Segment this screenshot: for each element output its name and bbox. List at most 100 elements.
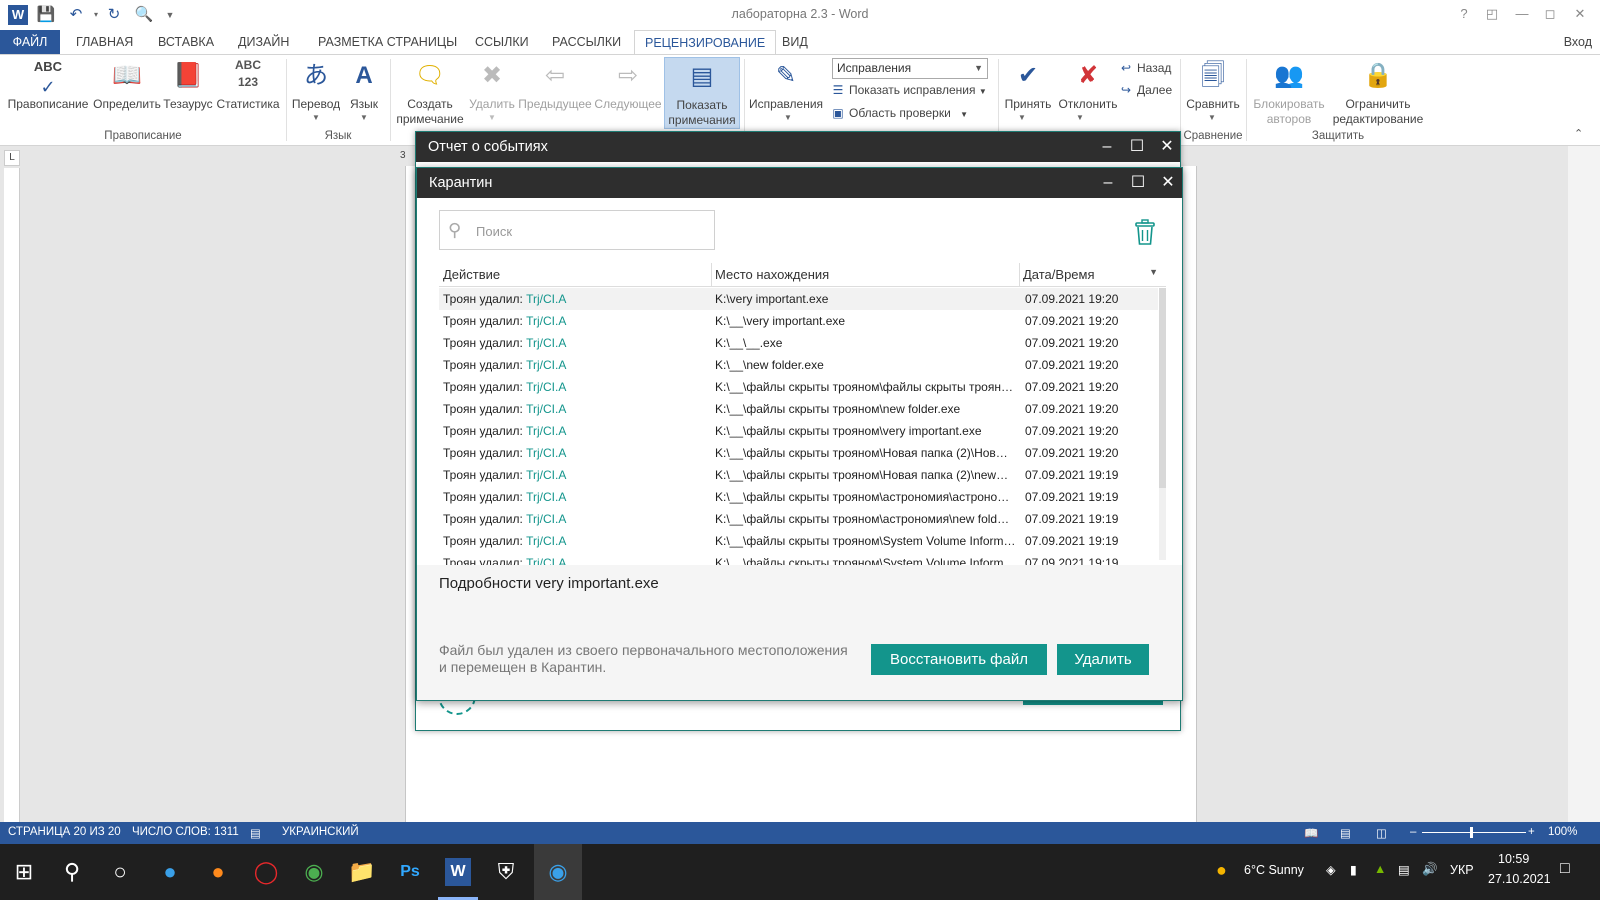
delete-file-button[interactable]: Удалить: [1057, 644, 1149, 675]
table-row[interactable]: Троян удалил: Trj/CI.A K:\__\файлы скрыт…: [439, 530, 1158, 552]
zoom-out-icon[interactable]: –: [1410, 826, 1416, 838]
tab-view[interactable]: ВИД: [772, 30, 818, 54]
table-row[interactable]: Троян удалил: Trj/CI.A K:\__\__.exe 07.0…: [439, 332, 1158, 354]
tab-references[interactable]: ССЫЛКИ: [465, 30, 539, 54]
word-count-button[interactable]: ABC 123 Статистика: [214, 57, 282, 112]
virus-name[interactable]: Trj/CI.A: [526, 534, 566, 548]
delete-comment-button[interactable]: ✖ Удалить: [466, 57, 518, 112]
usb-icon[interactable]: ▮: [1350, 862, 1357, 877]
column-header-datetime[interactable]: Дата/Время: [1023, 267, 1095, 282]
page-count[interactable]: СТРАНИЦА 20 ИЗ 20: [8, 826, 121, 838]
show-markup-button[interactable]: ☰ Показать исправления ▼: [830, 83, 987, 97]
table-row[interactable]: Троян удалил: Trj/CI.A K:\__\файлы скрыт…: [439, 464, 1158, 486]
virus-name[interactable]: Trj/CI.A: [526, 336, 566, 350]
task-view-icon[interactable]: ○: [100, 852, 140, 892]
maximize-icon[interactable]: ☐: [1122, 132, 1152, 162]
close-icon[interactable]: ✕: [1152, 132, 1182, 162]
table-row[interactable]: Троян удалил: Trj/CI.A K:\__\файлы скрыт…: [439, 398, 1158, 420]
table-row[interactable]: Троян удалил: Trj/CI.A K:\__\файлы скрыт…: [439, 552, 1158, 565]
tab-file[interactable]: ФАЙЛ: [0, 30, 60, 54]
zoom-in-icon[interactable]: +: [1528, 826, 1535, 838]
opera-icon[interactable]: ◯: [246, 852, 286, 892]
virus-name[interactable]: Trj/CI.A: [526, 424, 566, 438]
ribbon-display-icon[interactable]: ◰: [1480, 4, 1504, 24]
column-divider[interactable]: [711, 263, 712, 287]
tab-review[interactable]: РЕЦЕНЗИРОВАНИЕ: [634, 30, 777, 55]
restrict-editing-button[interactable]: 🔒 Ограничить редактирование: [1330, 57, 1426, 127]
table-row[interactable]: Троян удалил: Trj/CI.A K:\__\файлы скрыт…: [439, 486, 1158, 508]
virus-name[interactable]: Trj/CI.A: [526, 402, 566, 416]
edge-icon[interactable]: ●: [150, 852, 190, 892]
restore-file-button[interactable]: Восстановить файл: [871, 644, 1047, 675]
spelling-button[interactable]: ABC ✓ Правописание: [6, 57, 90, 112]
virus-name[interactable]: Trj/CI.A: [526, 490, 566, 504]
input-language[interactable]: УКР: [1450, 863, 1474, 877]
virus-name[interactable]: Trj/CI.A: [526, 512, 566, 526]
reject-dropdown-icon[interactable]: ▼: [1076, 113, 1084, 122]
clock-time[interactable]: 10:59: [1498, 852, 1529, 866]
tab-home[interactable]: ГЛАВНАЯ: [66, 30, 143, 54]
track-changes-dropdown-icon[interactable]: ▼: [784, 113, 792, 122]
zoom-level[interactable]: 100%: [1548, 826, 1577, 838]
tab-page-layout[interactable]: РАЗМЕТКА СТРАНИЦЫ: [308, 30, 467, 54]
virus-name[interactable]: Trj/CI.A: [526, 314, 566, 328]
collapse-ribbon-icon[interactable]: ⌃: [1574, 127, 1583, 140]
help-button[interactable]: ?: [1452, 4, 1476, 24]
security-shield-icon[interactable]: ⛨: [486, 852, 526, 892]
close-icon[interactable]: ✕: [1568, 4, 1592, 24]
tray-app-icon[interactable]: ◈: [1326, 862, 1336, 877]
language-dropdown-icon[interactable]: ▼: [360, 113, 368, 122]
table-row[interactable]: Троян удалил: Trj/CI.A K:\__\файлы скрыт…: [439, 420, 1158, 442]
reviewing-pane-button[interactable]: ▣ Область проверки ▼: [830, 106, 968, 120]
search-input[interactable]: [476, 217, 708, 245]
virus-name[interactable]: Trj/CI.A: [526, 468, 566, 482]
show-comments-button[interactable]: ▤ Показать примечания: [664, 57, 740, 129]
tab-design[interactable]: ДИЗАЙН: [228, 30, 299, 54]
sort-descending-icon[interactable]: ▼: [1149, 267, 1158, 277]
notifications-icon[interactable]: □: [1560, 860, 1570, 878]
virus-name[interactable]: Trj/CI.A: [526, 446, 566, 460]
volume-icon[interactable]: 🔊: [1422, 862, 1438, 877]
chrome-icon[interactable]: ◉: [294, 852, 334, 892]
read-mode-icon[interactable]: 📖: [1304, 826, 1318, 840]
delete-dropdown-icon[interactable]: ▼: [488, 113, 496, 122]
weather-text[interactable]: 6°C Sunny: [1244, 863, 1304, 877]
antivirus-taskbar-icon[interactable]: ◉: [534, 844, 582, 900]
column-divider[interactable]: [1019, 263, 1020, 287]
track-changes-button[interactable]: ✎ Исправления: [748, 57, 824, 112]
display-for-review-select[interactable]: Исправления ▼: [832, 58, 988, 79]
tab-selector[interactable]: L: [4, 150, 20, 166]
network-icon[interactable]: ▤: [1398, 862, 1410, 877]
previous-change-button[interactable]: ↩ Назад: [1118, 61, 1171, 75]
print-layout-icon[interactable]: ▤: [1340, 826, 1351, 840]
file-explorer-icon[interactable]: 📁: [342, 852, 382, 892]
zoom-slider-thumb[interactable]: [1470, 827, 1473, 838]
column-header-action[interactable]: Действие: [443, 267, 500, 282]
table-row[interactable]: Троян удалил: Trj/CI.A K:\very important…: [439, 288, 1158, 310]
table-row[interactable]: Троян удалил: Trj/CI.A K:\__\new folder.…: [439, 354, 1158, 376]
column-header-location[interactable]: Место нахождения: [715, 267, 829, 282]
web-layout-icon[interactable]: ◫: [1376, 826, 1387, 840]
trash-icon[interactable]: [1133, 218, 1157, 246]
maximize-icon[interactable]: ◻: [1538, 4, 1562, 24]
document-language[interactable]: УКРАИНСКИЙ: [282, 826, 359, 838]
minimize-icon[interactable]: —: [1510, 4, 1534, 24]
clock-date[interactable]: 27.10.2021: [1488, 872, 1551, 886]
word-count[interactable]: ЧИСЛО СЛОВ: 1311: [132, 826, 239, 838]
block-authors-button[interactable]: 👥 Блокировать авторов: [1248, 57, 1330, 127]
compare-button[interactable]: 🗐 Сравнить: [1182, 57, 1244, 112]
vertical-scrollbar[interactable]: [1568, 146, 1600, 822]
photoshop-icon[interactable]: Ps: [390, 852, 430, 892]
close-icon[interactable]: ✕: [1153, 168, 1183, 198]
accept-button[interactable]: ✔ Принять: [1000, 57, 1056, 112]
compare-dropdown-icon[interactable]: ▼: [1208, 113, 1216, 122]
translate-button[interactable]: あ Перевод: [290, 57, 342, 112]
previous-comment-button[interactable]: ⇦ Предыдущее: [518, 57, 592, 112]
table-row[interactable]: Троян удалил: Trj/CI.A K:\__\very import…: [439, 310, 1158, 332]
zoom-slider-track[interactable]: [1422, 832, 1526, 833]
language-button[interactable]: A Язык: [342, 57, 386, 112]
firefox-icon[interactable]: ●: [198, 852, 238, 892]
search-icon[interactable]: ⚲: [52, 852, 92, 892]
next-comment-button[interactable]: ⇨ Следующее: [594, 57, 662, 112]
virus-name[interactable]: Trj/CI.A: [526, 380, 566, 394]
